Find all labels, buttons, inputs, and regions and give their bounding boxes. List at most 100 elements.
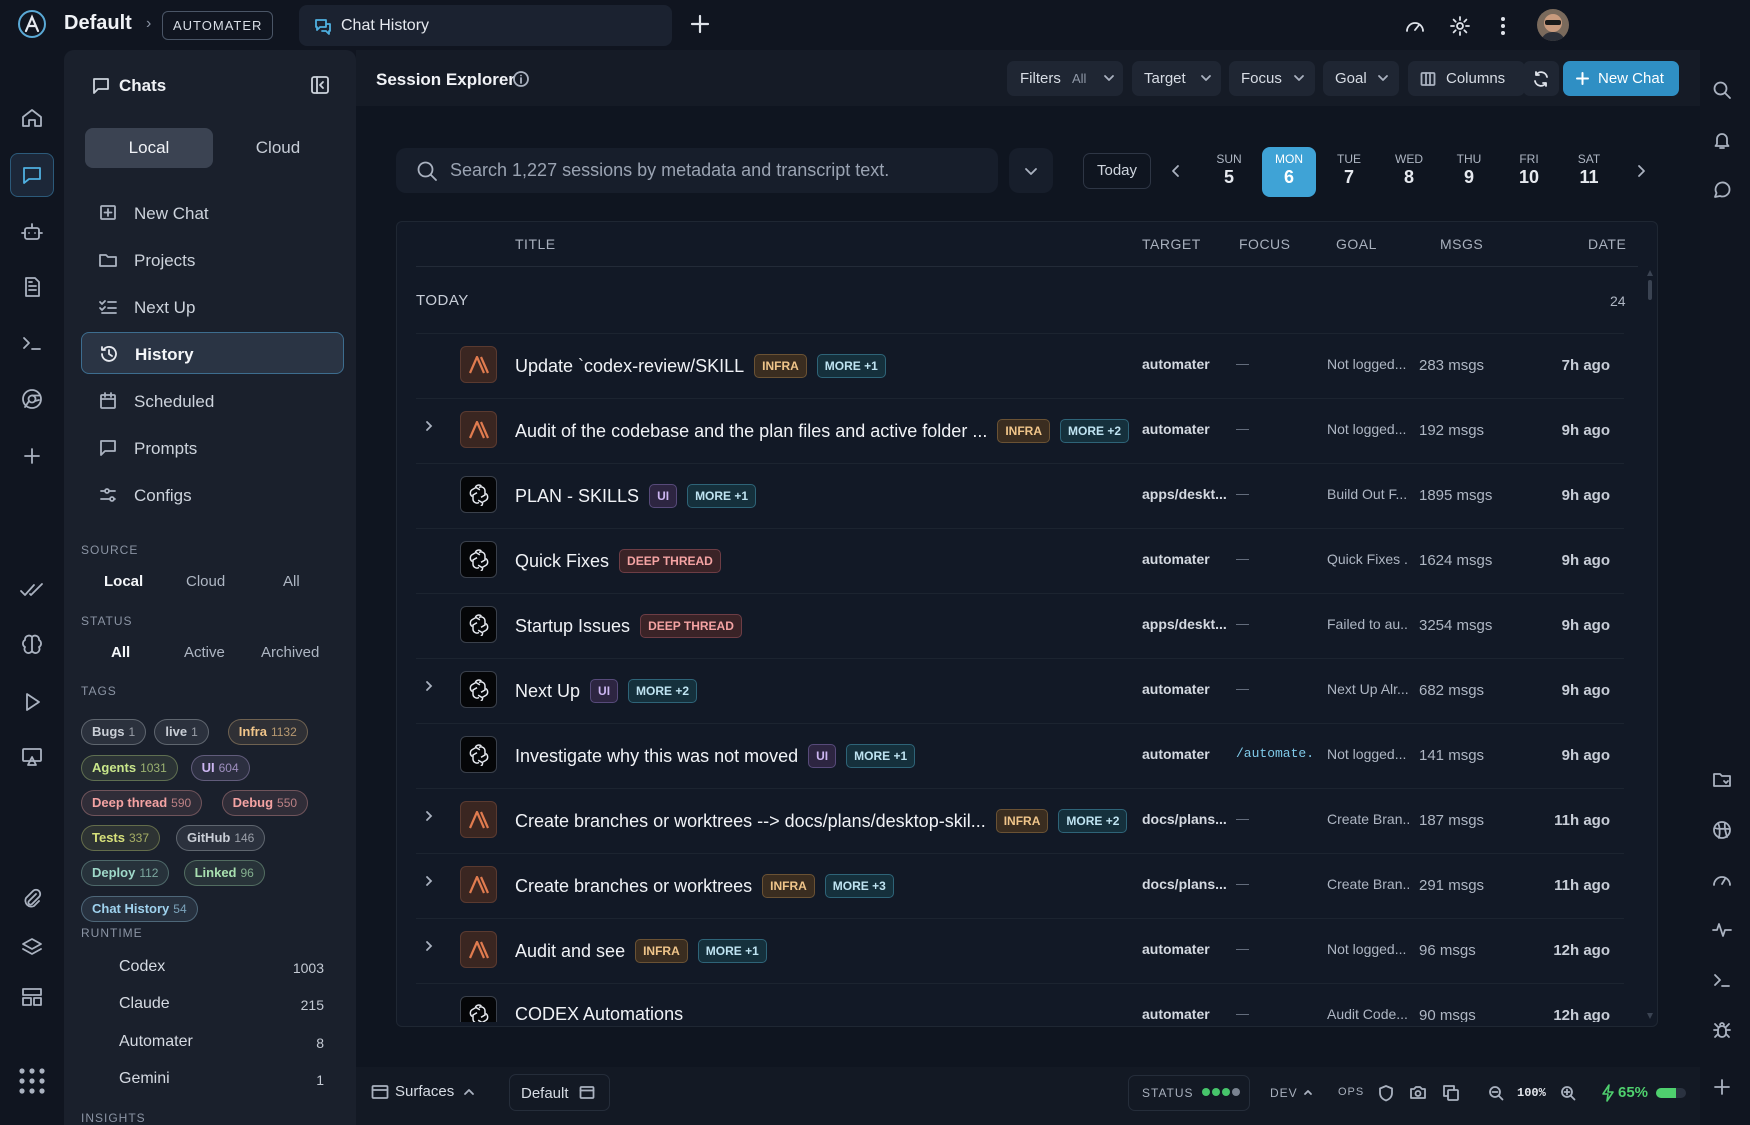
target-cell: automater: [1142, 941, 1210, 957]
more-tags-badge[interactable]: MORE +2: [628, 679, 698, 703]
table-scrollbar[interactable]: [1647, 268, 1653, 1023]
default-layout-button[interactable]: Default: [509, 1074, 610, 1111]
more-tags-badge[interactable]: MORE +1: [846, 744, 916, 768]
activity-icon[interactable]: [1712, 920, 1732, 940]
runtime-gemini[interactable]: Gemini 1: [119, 1070, 324, 1088]
tag-badge[interactable]: UI: [590, 679, 619, 703]
date-cell: 9h ago: [1561, 552, 1610, 569]
session-title-cell: Create branches or worktrees INFRA MORE +3: [515, 874, 894, 898]
target-cell: automater: [1142, 421, 1210, 437]
msgs-cell: 90 msgs: [1419, 1007, 1476, 1022]
chevron-right-icon[interactable]: [424, 419, 434, 433]
tag-badge[interactable]: UI: [649, 484, 678, 508]
message-circle-icon[interactable]: [1712, 180, 1732, 200]
ops-label[interactable]: OPS: [1338, 1086, 1364, 1098]
claude-logo-icon: [460, 801, 497, 838]
env-dev-label[interactable]: DEV: [1270, 1086, 1298, 1100]
claude-logo-icon: [460, 411, 497, 448]
table-row[interactable]: Update `codex-review/SKILL INFRA MORE +1 au…: [416, 333, 1624, 398]
session-title-cell: Audit and see INFRA MORE +1: [515, 939, 767, 963]
goal-cell: Not logged...: [1327, 356, 1407, 372]
bell-icon[interactable]: [1712, 130, 1732, 150]
more-tags-badge[interactable]: MORE +1: [697, 939, 767, 963]
battery-fill: [1656, 1088, 1676, 1098]
target-cell: automater: [1142, 681, 1210, 697]
session-title: Quick Fixes: [515, 551, 610, 571]
target-cell: apps/deskt...: [1142, 486, 1227, 502]
chevron-right-icon[interactable]: [424, 809, 434, 823]
table-row[interactable]: Audit and see INFRA MORE +1 automater — Not l…: [416, 918, 1624, 983]
more-tags-badge[interactable]: MORE +2: [1058, 809, 1128, 833]
right-rail: [1700, 50, 1750, 1125]
chevron-up-icon[interactable]: [463, 1088, 475, 1096]
table-row[interactable]: Next Up UI MORE +2 automater — Next Up Alr...…: [416, 658, 1624, 723]
msgs-cell: 3254 msgs: [1419, 617, 1493, 634]
msgs-cell: 141 msgs: [1419, 747, 1485, 764]
more-tags-badge[interactable]: MORE +1: [816, 354, 886, 378]
bug-icon[interactable]: [1712, 1020, 1732, 1040]
chevron-right-icon[interactable]: [424, 679, 434, 693]
shield-icon[interactable]: [1378, 1084, 1394, 1102]
msgs-cell: 192 msgs: [1419, 422, 1485, 439]
session-title: Startup Issues: [515, 616, 631, 636]
table-row[interactable]: CODEX Automations automater — Audit Code...…: [416, 983, 1624, 1022]
apps-grid-icon[interactable]: [10, 1059, 54, 1103]
zoom-in-icon[interactable]: [1560, 1085, 1576, 1101]
focus-cell: —: [1236, 1006, 1249, 1021]
date-cell: 11h ago: [1554, 812, 1610, 829]
focus-cell: —: [1236, 356, 1249, 371]
goal-cell: Quick Fixes ...: [1327, 551, 1409, 567]
default-label: Default: [521, 1085, 569, 1102]
session-title: Create branches or worktrees --> docs/pl…: [515, 811, 986, 831]
tag-badge[interactable]: DEEP THREAD: [619, 549, 721, 573]
search-icon[interactable]: [1712, 80, 1732, 100]
chevron-right-icon[interactable]: [424, 874, 434, 888]
chevron-right-icon[interactable]: [424, 939, 434, 953]
goal-cell: Create Bran...: [1327, 876, 1409, 892]
session-rows: Update `codex-review/SKILL INFRA MORE +1 au…: [0, 0, 1750, 1022]
table-row[interactable]: Quick Fixes DEEP THREAD automater — Quick Fi…: [416, 528, 1624, 593]
terminal-icon[interactable]: [1712, 970, 1732, 990]
table-row[interactable]: Audit of the codebase and the plan files…: [416, 398, 1624, 463]
claude-logo-icon: [460, 931, 497, 968]
msgs-cell: 682 msgs: [1419, 682, 1485, 699]
tag-badge[interactable]: INFRA: [635, 939, 688, 963]
zoom-out-icon[interactable]: [1488, 1085, 1504, 1101]
speedometer-icon[interactable]: [1712, 870, 1732, 890]
more-tags-badge[interactable]: MORE +2: [1060, 419, 1130, 443]
target-cell: automater: [1142, 1006, 1210, 1022]
date-cell: 9h ago: [1561, 617, 1610, 634]
runtime-automater[interactable]: Automater 8: [119, 1033, 324, 1051]
session-title-cell: CODEX Automations: [515, 1004, 683, 1022]
surfaces-button[interactable]: Surfaces: [395, 1083, 454, 1100]
copy-icon[interactable]: [1442, 1084, 1460, 1102]
focus-cell: —: [1236, 811, 1249, 826]
table-row[interactable]: Create branches or worktrees INFRA MORE +3…: [416, 853, 1624, 918]
folder-sync-icon[interactable]: [1712, 770, 1732, 790]
more-tags-badge[interactable]: MORE +3: [824, 874, 894, 898]
tag-badge[interactable]: UI: [808, 744, 837, 768]
tag-badge[interactable]: DEEP THREAD: [640, 614, 742, 638]
target-cell: docs/plans...: [1142, 811, 1227, 827]
target-cell: automater: [1142, 356, 1210, 372]
tag-badge[interactable]: INFRA: [762, 874, 815, 898]
table-row[interactable]: Startup Issues DEEP THREAD apps/deskt... — F…: [416, 593, 1624, 658]
camera-icon[interactable]: [1409, 1084, 1427, 1101]
battery-bar: [1656, 1088, 1686, 1098]
status-dots: [1201, 1087, 1241, 1097]
globe-icon[interactable]: [1712, 820, 1732, 840]
tag-badge[interactable]: INFRA: [995, 809, 1049, 833]
table-row[interactable]: Create branches or worktrees --> docs/pl…: [416, 788, 1624, 853]
status-label: STATUS: [1142, 1086, 1194, 1100]
session-title-cell: Next Up UI MORE +2: [515, 679, 698, 703]
session-title: Audit and see: [515, 941, 626, 961]
more-tags-badge[interactable]: MORE +1: [687, 484, 757, 508]
msgs-cell: 1624 msgs: [1419, 552, 1493, 569]
table-row[interactable]: Investigate why this was not moved UI MORE…: [416, 723, 1624, 788]
tag-badge[interactable]: INFRA: [997, 419, 1050, 443]
chevron-up-icon[interactable]: [1303, 1089, 1313, 1096]
msgs-cell: 187 msgs: [1419, 812, 1485, 829]
tag-badge[interactable]: INFRA: [754, 354, 807, 378]
table-row[interactable]: PLAN - SKILLS UI MORE +1 apps/deskt... — Buil…: [416, 463, 1624, 528]
add-icon[interactable]: [1712, 1077, 1732, 1097]
